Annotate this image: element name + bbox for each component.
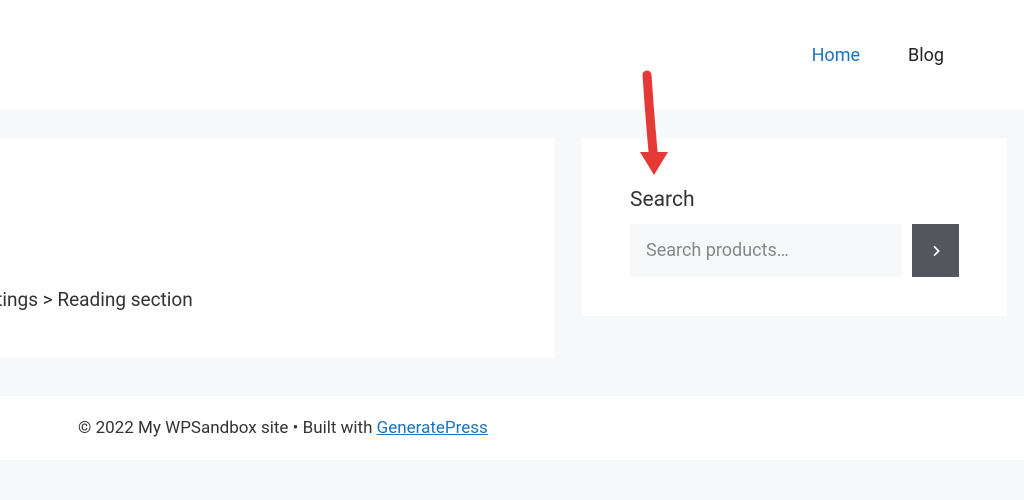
search-input[interactable] (630, 224, 902, 277)
footer: © 2022 My WPSandbox site • Built with Ge… (0, 396, 1024, 460)
header: Home Blog (0, 0, 1024, 110)
chevron-right-icon (928, 243, 944, 259)
generatepress-link[interactable]: GeneratePress (377, 418, 488, 438)
main-nav: Home Blog (812, 45, 944, 66)
nav-home[interactable]: Home (812, 45, 860, 66)
sidebar: Search (582, 138, 1007, 316)
copyright-text: © 2022 My WPSandbox site • Built with (78, 418, 377, 438)
search-title: Search (630, 188, 959, 212)
content-area: ttings > Reading section Search (0, 110, 1024, 358)
reading-section-text: ttings > Reading section (0, 288, 193, 311)
search-form (630, 224, 959, 277)
nav-blog[interactable]: Blog (908, 45, 944, 66)
search-submit-button[interactable] (912, 224, 959, 277)
main-panel: ttings > Reading section (0, 138, 554, 358)
